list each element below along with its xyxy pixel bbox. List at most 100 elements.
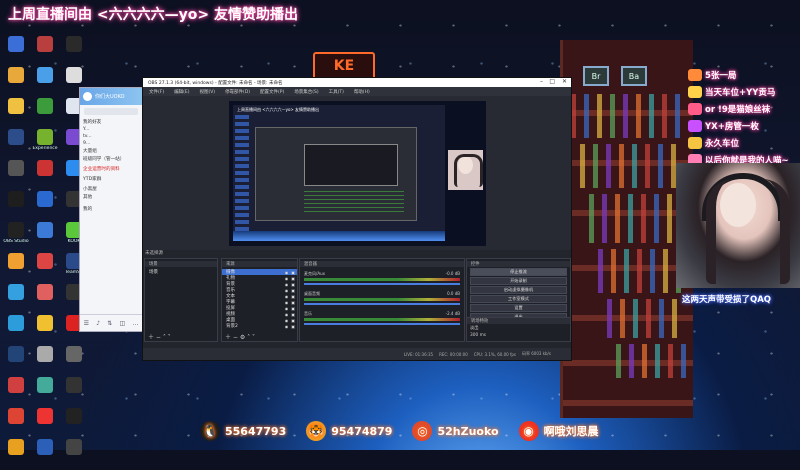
desktop-icon[interactable] xyxy=(60,377,88,408)
obs-menu-item[interactable]: 视图(V) xyxy=(199,89,215,95)
eye-icon[interactable]: ◉ xyxy=(285,318,289,323)
minimize-icon[interactable]: – xyxy=(540,78,543,85)
desktop-icon[interactable] xyxy=(31,284,59,315)
lock-icon[interactable]: ▣ xyxy=(291,294,295,299)
source-toolbar[interactable]: ＋ − ⚙ ˄ ˅ xyxy=(222,332,255,341)
eye-icon[interactable]: ◉ xyxy=(285,270,289,275)
eye-icon[interactable]: ◉ xyxy=(285,306,289,311)
desktop-icon[interactable] xyxy=(31,67,59,98)
desktop-icon[interactable] xyxy=(31,191,59,222)
qq-group-item[interactable]: 大量组 xyxy=(80,147,142,155)
audio-mixer-dock[interactable]: 混音器 麦克风/Aux -0.0 dB 桌面音频 0.0 dB 音乐 -2.4 dB xyxy=(299,258,465,342)
qq-group-item[interactable]: YTD家群 xyxy=(80,175,142,183)
control-button[interactable]: 设置 xyxy=(470,304,567,312)
eye-icon[interactable]: ◉ xyxy=(285,294,289,299)
eye-icon[interactable]: ◉ xyxy=(285,276,289,281)
desktop-icon[interactable] xyxy=(2,315,30,346)
qq-group-item[interactable]: 企业运营时的资料 xyxy=(80,165,142,173)
control-button[interactable]: 工作室模式 xyxy=(470,295,567,303)
qq-group-item[interactable]: 其他 xyxy=(80,193,142,201)
lock-icon[interactable]: ▣ xyxy=(291,306,295,311)
qq-group-item[interactable]: 我的 xyxy=(80,205,142,213)
qq-footer-icon[interactable]: … xyxy=(132,320,138,327)
volume-slider[interactable] xyxy=(304,303,460,305)
desktop-icon[interactable]: Experience xyxy=(31,129,59,160)
obs-menu-item[interactable]: 停靠部件(D) xyxy=(225,89,250,95)
eye-icon[interactable]: ◉ xyxy=(285,300,289,305)
desktop-icon[interactable] xyxy=(2,439,30,470)
volume-slider[interactable] xyxy=(304,283,460,285)
desktop-icon[interactable] xyxy=(2,67,30,98)
desktop-icon[interactable] xyxy=(2,284,30,315)
qq-group-item[interactable]: Y... xyxy=(80,126,142,133)
desktop-icon[interactable] xyxy=(60,408,88,439)
obs-menu-item[interactable]: 编辑(E) xyxy=(174,89,189,95)
desktop-icon[interactable] xyxy=(31,160,59,191)
obs-menu-item[interactable]: 帮助(H) xyxy=(354,89,370,95)
qq-footer-icon[interactable]: ♪ xyxy=(96,320,100,327)
desktop-icon[interactable] xyxy=(2,408,30,439)
lock-icon[interactable]: ▣ xyxy=(291,288,295,293)
obs-preview-canvas[interactable]: 上周直播间由 <六六六六—yo> 友情赞助播出 xyxy=(229,101,486,246)
lock-icon[interactable]: ▣ xyxy=(291,276,295,281)
lock-icon[interactable]: ▣ xyxy=(291,270,295,275)
desktop-icon[interactable] xyxy=(31,36,59,67)
desktop-icon[interactable] xyxy=(2,129,30,160)
desktop-icon[interactable] xyxy=(31,222,59,253)
sources-dock[interactable]: 来源 摄像 ◉ ▣ 礼物 ◉ ▣ 背景 ◉ ▣ 音乐 ◉ ▣ 文本 ◉ ▣ 字幕 ◉ ▣ 投屏 ◉ ▣ 视频 ◉ ▣ 桌面 ◉ ▣ 背… xyxy=(221,258,298,342)
lock-icon[interactable]: ▣ xyxy=(291,300,295,305)
desktop-icon[interactable] xyxy=(2,36,30,67)
desktop-icon[interactable] xyxy=(2,191,30,222)
mixer-channel[interactable]: 音乐 -2.4 dB xyxy=(304,311,460,329)
eye-icon[interactable]: ◉ xyxy=(285,288,289,293)
eye-icon[interactable]: ◉ xyxy=(285,282,289,287)
qq-group-item[interactable]: tv... xyxy=(80,133,142,140)
desktop-icon[interactable] xyxy=(2,253,30,284)
transition-select[interactable]: 淡出 xyxy=(467,324,570,332)
maximize-icon[interactable]: □ xyxy=(549,78,555,85)
desktop-icon[interactable] xyxy=(60,36,88,67)
qq-search-input[interactable] xyxy=(84,108,138,115)
obs-menu-item[interactable]: 文件(F) xyxy=(149,89,164,95)
desktop-icon[interactable] xyxy=(31,98,59,129)
qq-footer-icon[interactable]: ◫ xyxy=(119,320,125,327)
qq-group-item[interactable]: 我的好友 xyxy=(80,118,142,126)
qq-footer-icon[interactable]: ⇅ xyxy=(107,320,112,327)
eye-icon[interactable]: ◉ xyxy=(285,324,289,329)
eye-icon[interactable]: ◉ xyxy=(285,312,289,317)
control-button[interactable]: 停止推流 xyxy=(470,268,567,276)
desktop-icon[interactable] xyxy=(31,253,59,284)
desktop-icon[interactable] xyxy=(2,346,30,377)
mixer-channel[interactable]: 麦克风/Aux -0.0 dB xyxy=(304,271,460,289)
obs-menu-item[interactable]: 工具(T) xyxy=(329,89,344,95)
scene-toolbar[interactable]: ＋ − ˄ ˅ xyxy=(145,332,171,341)
qq-group-item[interactable]: 班级同学（管一站） xyxy=(80,155,142,163)
mixer-channel[interactable]: 桌面音频 0.0 dB xyxy=(304,291,460,309)
transition-duration[interactable]: 300 ms xyxy=(467,332,570,339)
desktop-icon[interactable] xyxy=(2,160,30,191)
qq-group-item[interactable]: 9... xyxy=(80,140,142,147)
close-icon[interactable]: ✕ xyxy=(562,78,567,85)
volume-slider[interactable] xyxy=(304,323,460,325)
obs-menu-item[interactable]: 场景集合(S) xyxy=(294,89,318,95)
desktop-icon[interactable]: OBS Studio xyxy=(2,222,30,253)
source-item[interactable]: 背景2 ◉ ▣ xyxy=(222,323,297,330)
desktop-icon[interactable] xyxy=(2,98,30,129)
lock-icon[interactable]: ▣ xyxy=(291,318,295,323)
scene-item[interactable]: 场景 xyxy=(145,269,217,275)
desktop-icon[interactable] xyxy=(31,439,59,470)
desktop-icon[interactable] xyxy=(60,346,88,377)
lock-icon[interactable]: ▣ xyxy=(291,312,295,317)
obs-window[interactable]: OBS 27.1.3 (64-bit, windows) - 配置文件: 未命名… xyxy=(142,77,572,361)
scenes-dock[interactable]: 场景 场景 ＋ − ˄ ˅ xyxy=(144,258,218,342)
qq-friend-panel[interactable]: 你们大UOKO 我的好友 Y... tv... 9... 大量组 班级同学（管一站） 企业运… xyxy=(79,87,143,332)
qq-footer-icon[interactable]: ☰ xyxy=(84,320,89,327)
lock-icon[interactable]: ▣ xyxy=(291,282,295,287)
desktop-icon[interactable] xyxy=(60,439,88,470)
desktop-icon[interactable] xyxy=(2,377,30,408)
qq-group-item[interactable]: 小黑屋 xyxy=(80,185,142,193)
avatar[interactable] xyxy=(83,92,92,101)
controls-dock[interactable]: 控件 停止推流 开始录制 启动虚拟摄像机 工作室模式 设置 退出 转场特效 淡出 300 … xyxy=(466,258,571,342)
desktop-icon[interactable] xyxy=(31,408,59,439)
lock-icon[interactable]: ▣ xyxy=(291,324,295,329)
